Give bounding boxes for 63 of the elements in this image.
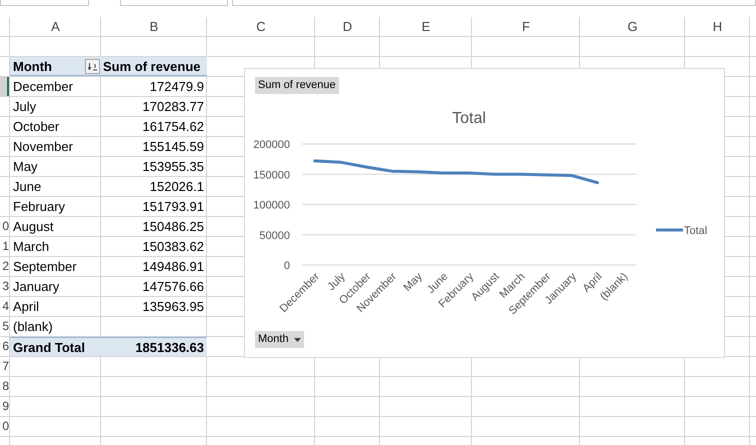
axis-label: 0 [284, 260, 290, 272]
table-cell-text: 170283.77 [142, 98, 205, 116]
filter-button[interactable] [85, 58, 100, 74]
row-header[interactable]: 4 [0, 297, 9, 316]
table-cell-text: November [12, 138, 74, 156]
axis-label: 200000 [253, 139, 290, 151]
column-header[interactable]: C [207, 17, 315, 36]
table-cell-text: February [12, 198, 66, 216]
table-cell-text: 153955.35 [142, 158, 205, 176]
table-cell-text: May [12, 158, 39, 176]
table-cell-text: October [12, 118, 60, 136]
column-header[interactable]: H [685, 17, 750, 36]
chart-title: Total [452, 110, 486, 127]
field-button[interactable]: Sum of revenue [255, 77, 339, 94]
table-cell-text: December [12, 78, 74, 96]
sort-icon [88, 62, 97, 70]
table-cell-text: (blank) [12, 318, 54, 336]
table-header: Month [13, 58, 52, 76]
column-header[interactable]: B [101, 17, 207, 36]
row-header[interactable]: 7 [0, 357, 9, 376]
total-label: Grand Total [10, 337, 101, 356]
table-cell-text: April [12, 298, 40, 316]
table-cell-text: 161754.62 [142, 118, 205, 136]
table-cell-text: 147576.66 [142, 278, 205, 296]
table-cell-text: July [12, 98, 38, 116]
table-cell-text: 151793.91 [142, 198, 205, 216]
caret-icon [294, 338, 301, 342]
axis-label: May [402, 270, 425, 294]
field-button[interactable]: Month [255, 331, 304, 348]
legend-label: Total [684, 225, 708, 237]
table-cell-text: 155145.59 [142, 138, 205, 156]
row-header[interactable]: 1 [0, 237, 9, 256]
table-cell-text: August [12, 218, 54, 236]
row-header[interactable]: 3 [0, 277, 9, 296]
row-header[interactable]: 0 [0, 417, 9, 436]
row-header[interactable]: 9 [0, 397, 9, 416]
row-header[interactable]: 6 [0, 337, 9, 356]
row-header[interactable]: 8 [0, 377, 9, 396]
table-cell-text: 152026.1 [148, 178, 205, 196]
row-header[interactable]: 2 [0, 257, 9, 276]
axis-label: 100000 [253, 200, 290, 212]
table-cell-text: 172479.9 [148, 78, 205, 96]
table-cell-text: 150383.62 [142, 238, 205, 256]
axis-label: 150000 [253, 169, 290, 182]
row-header[interactable]: 0 [0, 217, 9, 236]
table-cell-text: September [12, 258, 78, 276]
table-cell-text: March [12, 238, 50, 256]
column-header[interactable]: E [380, 17, 472, 36]
column-header[interactable]: D [315, 17, 380, 36]
column-header[interactable]: A [10, 17, 101, 36]
row-header[interactable]: 5 [0, 317, 9, 336]
column-header[interactable]: F [472, 17, 580, 36]
column-header[interactable]: G [580, 17, 685, 36]
row-header[interactable] [0, 77, 9, 96]
table-cell-text: 150486.25 [142, 218, 205, 236]
axis-label: 50000 [259, 230, 290, 242]
total-value: 1851336.63 [101, 337, 207, 356]
table-header: Sum of revenue [101, 57, 207, 76]
table-cell-text: 135963.95 [142, 298, 205, 316]
table-cell-text: 149486.91 [142, 258, 205, 276]
table-cell-text: January [12, 278, 60, 296]
table-cell-text: June [12, 178, 42, 196]
legend-key [656, 228, 683, 232]
